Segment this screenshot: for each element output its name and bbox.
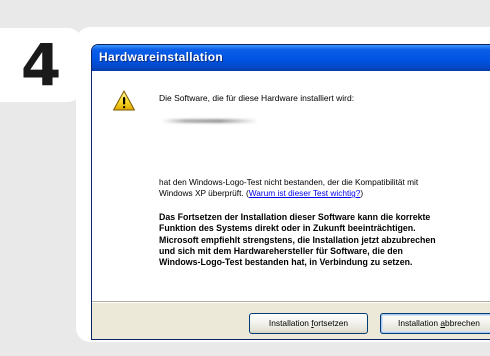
step-badge: 4 xyxy=(0,28,82,102)
continue-installation-button[interactable]: Installation fortsetzen xyxy=(249,313,368,334)
warning-line: Das Fortsetzen der Installation dieser S… xyxy=(159,212,431,222)
dialog-button-bar: Installation fortsetzen Installation abb… xyxy=(92,301,490,339)
step-number: 4 xyxy=(20,31,62,99)
dialog-content: Die Software, die für diese Hardware ins… xyxy=(92,71,490,339)
dialog-title: Hardwareinstallation xyxy=(99,50,224,64)
warning-line: Windows-Logo-Test bestanden hat, in Verb… xyxy=(159,257,413,268)
dialog-titlebar[interactable]: Hardwareinstallation xyxy=(92,45,490,71)
why-test-important-link[interactable]: Warum ist dieser Test wichtig? xyxy=(249,188,361,198)
notice-line-2: Windows XP überprüft. (Warum ist dieser … xyxy=(159,188,490,199)
warning-line: und sich mit dem Hardwarehersteller für … xyxy=(159,245,403,256)
intro-text: Die Software, die für diese Hardware ins… xyxy=(159,93,355,103)
continue-label-post: ortsetzen xyxy=(313,318,349,328)
software-name-redacted xyxy=(162,119,258,123)
logo-test-notice: hat den Windows-Logo-Test nicht bestande… xyxy=(159,177,490,199)
cancel-installation-button[interactable]: Installation abbrechen xyxy=(380,313,490,334)
cancel-label-pre: Installation xyxy=(398,318,441,328)
cancel-label-post: bbrechen xyxy=(445,318,480,328)
notice-line-2-suffix: ) xyxy=(360,188,364,198)
warning-line: Funktion des Systems direkt oder in Zuku… xyxy=(159,223,416,234)
notice-line-2-prefix: Windows XP überprüft. ( xyxy=(159,188,249,198)
warning-icon xyxy=(113,90,135,111)
warning-message: Das Fortsetzen der Installation dieser S… xyxy=(159,212,490,268)
warning-line: Microsoft empfiehlt strengstens, die Ins… xyxy=(159,234,436,245)
continue-label-pre: Installation xyxy=(268,318,312,328)
tutorial-stage: 4 Hardwareinstallation Die Software, die… xyxy=(0,0,490,356)
hardware-installation-dialog: Hardwareinstallation Die Software, die f… xyxy=(91,44,490,340)
button-bar-divider xyxy=(92,302,490,303)
notice-line-1: hat den Windows-Logo-Test nicht bestande… xyxy=(159,177,419,187)
